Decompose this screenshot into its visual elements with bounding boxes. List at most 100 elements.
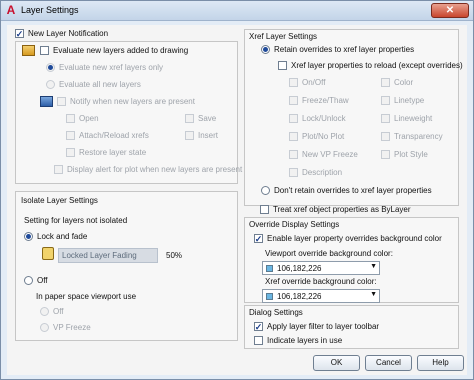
xref-prop-description-checkbox[interactable]: [289, 168, 298, 177]
save-row[interactable]: Save: [185, 114, 216, 123]
restore-state-label: Restore layer state: [79, 148, 147, 157]
retain-overrides-row[interactable]: Retain overrides to xref layer propertie…: [261, 45, 414, 54]
indicate-in-use-row[interactable]: Indicate layers in use: [254, 336, 342, 345]
restore-state-row[interactable]: Restore layer state: [66, 148, 146, 157]
display-alert-label: Display alert for plot when new layers a…: [67, 165, 243, 174]
chevron-down-icon: ▼: [370, 263, 377, 270]
open-checkbox[interactable]: [66, 114, 75, 123]
close-button[interactable]: ✕: [431, 3, 469, 18]
xref-prop-color-checkbox[interactable]: [381, 78, 390, 87]
title-bar: A Layer Settings ✕: [1, 1, 473, 21]
evaluate-all-radio[interactable]: [46, 80, 55, 89]
evaluate-xref-only-radio[interactable]: [46, 63, 55, 72]
xref-prop-new-vp-freeze-checkbox[interactable]: [289, 150, 298, 159]
help-button[interactable]: Help: [417, 355, 464, 371]
xref-color-dropdown[interactable]: 106,182,226 ▼: [262, 289, 380, 303]
xref-override-label: Xref override background color:: [265, 277, 377, 286]
ps-off-row[interactable]: Off: [40, 307, 64, 316]
xref-layer-settings-panel: Xref Layer Settings Retain overrides to …: [244, 29, 463, 206]
ps-off-radio[interactable]: [40, 307, 49, 316]
isolate-off-radio[interactable]: [24, 276, 33, 285]
xref-prop-lock-unlock-checkbox[interactable]: [289, 114, 298, 123]
new-layer-notification-checkbox[interactable]: [15, 29, 24, 38]
attach-reload-label: Attach/Reload xrefs: [79, 131, 149, 140]
lock-and-fade-row[interactable]: Lock and fade: [24, 232, 87, 241]
reload-props-row[interactable]: Xref layer properties to reload (except …: [278, 61, 463, 70]
open-row[interactable]: Open: [66, 114, 99, 123]
evaluate-new-layers-checkbox[interactable]: [40, 46, 49, 55]
save-checkbox[interactable]: [185, 114, 194, 123]
apply-filter-label: Apply layer filter to layer toolbar: [267, 322, 380, 331]
xref-prop-linetype-label: Linetype: [394, 96, 425, 105]
lock-icon: [42, 247, 54, 260]
cancel-button[interactable]: Cancel: [365, 355, 412, 371]
insert-checkbox[interactable]: [185, 131, 194, 140]
locked-layer-fading-field[interactable]: Locked Layer Fading: [58, 248, 158, 263]
xref-prop-freeze-thaw[interactable]: Freeze/Thaw: [289, 96, 349, 105]
evaluate-all-row[interactable]: Evaluate all new layers: [46, 80, 141, 89]
new-layer-notification-checkbox-row[interactable]: New Layer Notification: [15, 29, 108, 38]
xref-prop-description[interactable]: Description: [289, 168, 342, 177]
xref-prop-new-vp-freeze[interactable]: New VP Freeze: [289, 150, 358, 159]
xref-prop-transparency-checkbox[interactable]: [381, 132, 390, 141]
xref-prop-on-off-checkbox[interactable]: [289, 78, 298, 87]
insert-row[interactable]: Insert: [185, 131, 218, 140]
xref-prop-transparency[interactable]: Transparency: [381, 132, 443, 141]
treat-bylayer-row[interactable]: Treat xref object properties as ByLayer: [260, 205, 411, 214]
autocad-app-icon: A: [6, 3, 16, 17]
xref-prop-plot-style-checkbox[interactable]: [381, 150, 390, 159]
xref-prop-linetype-checkbox[interactable]: [381, 96, 390, 105]
apply-filter-checkbox[interactable]: [254, 322, 263, 331]
notify-when-present-row[interactable]: Notify when new layers are present: [57, 97, 195, 106]
xref-prop-plot-style-label: Plot Style: [394, 150, 428, 159]
xref-prop-color[interactable]: Color: [381, 78, 413, 87]
xref-prop-plot-noplot-checkbox[interactable]: [289, 132, 298, 141]
display-alert-checkbox[interactable]: [54, 165, 63, 174]
xref-prop-plot-style[interactable]: Plot Style: [381, 150, 428, 159]
fading-percent: 50%: [166, 251, 183, 260]
ps-vp-freeze-radio[interactable]: [40, 323, 49, 332]
xref-prop-plot-noplot-label: Plot/No Plot: [302, 132, 345, 141]
xref-prop-lineweight[interactable]: Lineweight: [381, 114, 432, 123]
dialog-client-area: New Layer Notification Evaluate new laye…: [7, 25, 467, 375]
dont-retain-overrides-label: Don't retain overrides to xref layer pro…: [274, 186, 432, 195]
reload-props-checkbox[interactable]: [278, 61, 287, 70]
ps-vp-freeze-label: VP Freeze: [53, 323, 91, 332]
dont-retain-overrides-row[interactable]: Don't retain overrides to xref layer pro…: [261, 186, 432, 195]
evaluate-new-layers-row[interactable]: Evaluate new layers added to drawing: [40, 46, 188, 55]
lock-and-fade-radio[interactable]: [24, 232, 33, 241]
evaluate-xref-only-label: Evaluate new xref layers only: [59, 63, 164, 72]
attach-reload-checkbox[interactable]: [66, 131, 75, 140]
xref-prop-plot-noplot[interactable]: Plot/No Plot: [289, 132, 344, 141]
ps-vp-freeze-row[interactable]: VP Freeze: [40, 323, 91, 332]
save-label: Save: [198, 114, 217, 123]
xref-prop-lineweight-checkbox[interactable]: [381, 114, 390, 123]
treat-bylayer-checkbox[interactable]: [260, 205, 269, 214]
indicate-in-use-label: Indicate layers in use: [267, 336, 343, 345]
isolate-off-row[interactable]: Off: [24, 276, 48, 285]
xref-prop-lock-unlock[interactable]: Lock/Unlock: [289, 114, 346, 123]
ok-button[interactable]: OK: [313, 355, 360, 371]
viewport-override-label: Viewport override background color:: [265, 249, 393, 258]
enable-bg-row[interactable]: Enable layer property overrides backgrou…: [254, 234, 442, 243]
xref-prop-transparency-label: Transparency: [394, 132, 443, 141]
xref-prop-freeze-thaw-checkbox[interactable]: [289, 96, 298, 105]
xref-prop-linetype[interactable]: Linetype: [381, 96, 424, 105]
attach-reload-row[interactable]: Attach/Reload xrefs: [66, 131, 149, 140]
indicate-in-use-checkbox[interactable]: [254, 336, 263, 345]
xref-color-value: 106,182,226: [277, 291, 322, 301]
retain-overrides-radio[interactable]: [261, 45, 270, 54]
new-layer-notification-panel: Evaluate new layers added to drawing Eva…: [15, 41, 242, 184]
reload-props-label: Xref layer properties to reload (except …: [291, 61, 463, 70]
restore-state-checkbox[interactable]: [66, 148, 75, 157]
notify-when-present-checkbox[interactable]: [57, 97, 66, 106]
apply-filter-row[interactable]: Apply layer filter to layer toolbar: [254, 322, 379, 331]
dont-retain-overrides-radio[interactable]: [261, 186, 270, 195]
retain-overrides-label: Retain overrides to xref layer propertie…: [274, 45, 415, 54]
evaluate-xref-only-row[interactable]: Evaluate new xref layers only: [46, 63, 163, 72]
enable-bg-checkbox[interactable]: [254, 234, 263, 243]
viewport-color-dropdown[interactable]: 106,182,226 ▼: [262, 261, 380, 275]
display-alert-row[interactable]: Display alert for plot when new layers a…: [54, 165, 242, 174]
layer-settings-dialog: A Layer Settings ✕ New Layer Notificatio…: [0, 0, 474, 380]
xref-prop-on-off[interactable]: On/Off: [289, 78, 325, 87]
